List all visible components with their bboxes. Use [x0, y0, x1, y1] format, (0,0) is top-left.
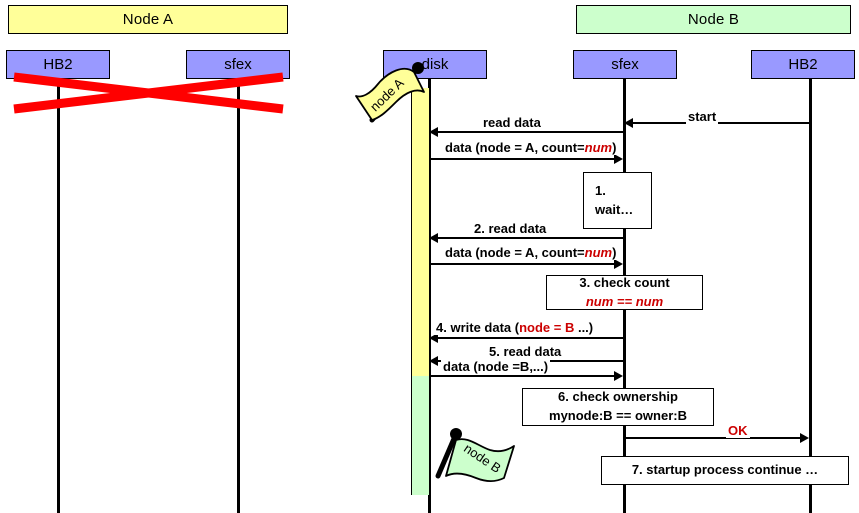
message-line-data-2: [429, 263, 615, 265]
arrowhead-start: [624, 118, 633, 128]
message-label-read-data-2: 2. read data: [472, 221, 549, 236]
note-wait: 1. wait…: [583, 172, 652, 229]
note-startup-process: 7. startup process continue …: [601, 456, 849, 485]
lifeline-head-node-b-sfex: sfex: [573, 50, 677, 79]
message-label-ok: OK: [726, 423, 750, 438]
message-label-data-2-num: num: [584, 245, 613, 260]
sequence-diagram: Node A Node B HB2 sfex disk sfex HB2 sta…: [0, 0, 859, 513]
note-check-ownership: 6. check ownership mynode:B == owner:B: [522, 388, 714, 426]
message-label-data-2-prefix: data (node = A, count=: [445, 245, 585, 260]
node-b-banner: Node B: [576, 5, 851, 34]
message-label-data-1-prefix: data (node = A, count=: [445, 140, 585, 155]
lifeline-node-a-hb2: [57, 79, 60, 513]
lifeline-node-a-sfex: [237, 79, 240, 513]
lifeline-head-node-b-hb2: HB2: [751, 50, 855, 79]
message-label-data-1-suffix: ): [612, 140, 617, 155]
message-label-data-1: data (node = A, count=num): [443, 140, 619, 155]
note-wait-line-1: 1.: [595, 182, 606, 198]
note-check-ownership-line-2: mynode:B == owner:B: [549, 408, 687, 423]
note-wait-line-2: wait…: [595, 201, 634, 217]
message-line-read-data-2: [433, 237, 623, 239]
arrowhead-data-3: [614, 371, 623, 381]
arrowhead-ok: [800, 433, 809, 443]
arrowhead-data-2: [614, 259, 623, 269]
message-line-data-3: [429, 375, 615, 377]
message-label-write-data: 4. write data (node = B ...): [434, 320, 596, 335]
note-check-count: 3. check count num == num: [546, 275, 703, 310]
flag-node-a-icon: node A: [355, 62, 425, 123]
node-a-failure-cross-icon: [13, 72, 284, 114]
message-label-data-2-suffix: ): [612, 245, 617, 260]
arrowhead-data-1: [614, 154, 623, 164]
message-line-data-1: [429, 158, 615, 160]
message-label-write-data-emph: node = B: [519, 320, 575, 335]
message-line-read-data-1: [433, 131, 623, 133]
message-label-read-data-1: read data: [481, 115, 543, 130]
note-check-count-line-1: 3. check count: [579, 274, 670, 290]
message-label-data-1-num: num: [584, 140, 613, 155]
node-a-banner: Node A: [8, 5, 288, 34]
activation-bar-node-b-ownership: [411, 376, 429, 495]
message-line-ok: [623, 437, 803, 439]
lifeline-node-b-hb2: [809, 79, 812, 513]
message-line-write-data: [433, 337, 623, 339]
note-startup-process-line-1: 7. startup process continue …: [631, 462, 819, 478]
message-label-data-2: data (node = A, count=num): [443, 245, 619, 260]
message-label-write-data-prefix: 4. write data (: [436, 320, 520, 335]
arrowhead-read-data-2: [429, 233, 438, 243]
message-line-start: [628, 122, 810, 124]
message-label-read-data-3: 5. read data: [487, 344, 564, 359]
message-label-data-3: data (node =B,...): [441, 359, 551, 374]
note-check-count-line-2: num == num: [585, 293, 664, 309]
arrowhead-read-data-3: [429, 356, 438, 366]
message-label-start: start: [686, 109, 719, 124]
message-label-write-data-suffix: ...): [574, 320, 594, 335]
flag-node-b-icon: node B: [435, 428, 515, 482]
note-check-ownership-line-1: 6. check ownership: [558, 389, 678, 405]
